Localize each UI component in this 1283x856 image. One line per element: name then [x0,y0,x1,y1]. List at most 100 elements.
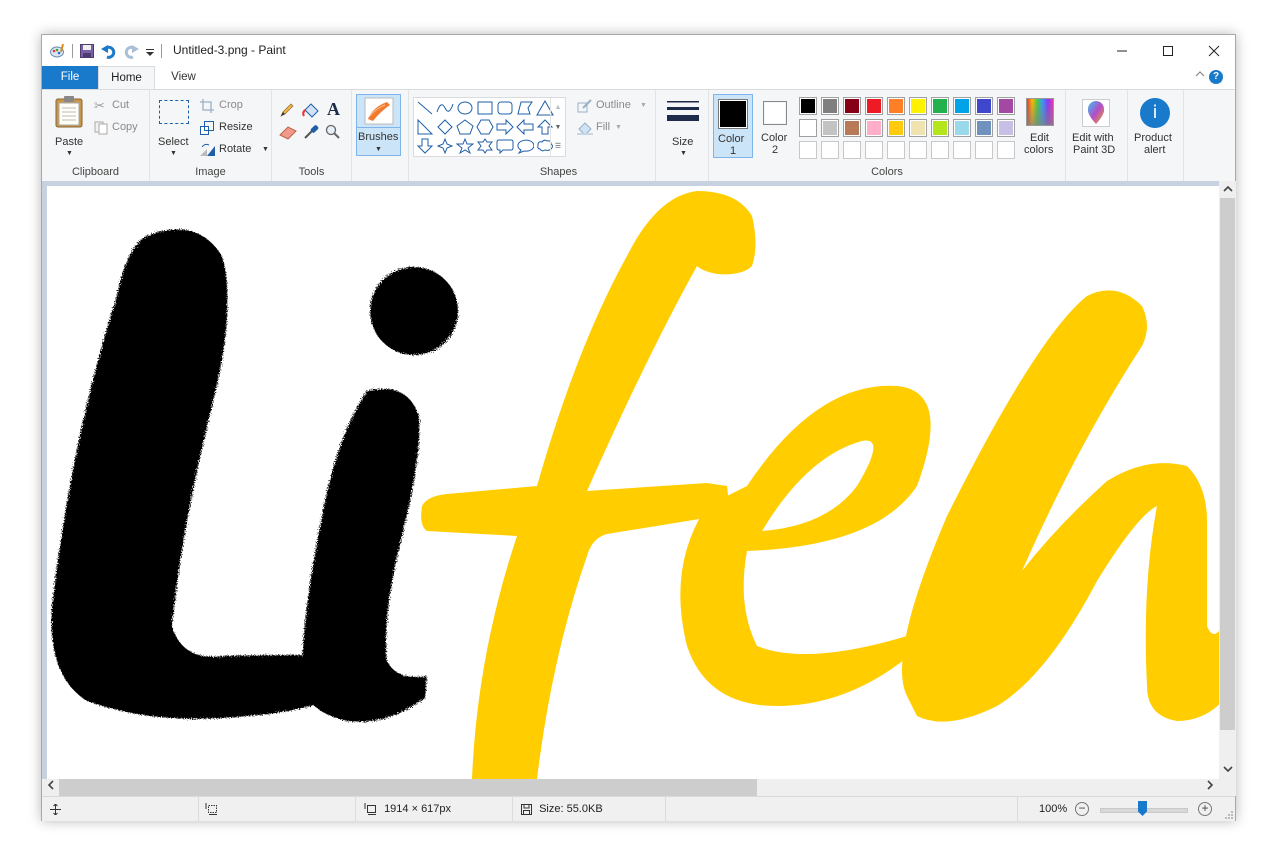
palette-custom-slot[interactable] [909,141,927,159]
text-tool-icon[interactable]: A [327,99,340,120]
palette-color-swatch[interactable] [865,119,883,137]
redo-icon[interactable] [123,43,139,59]
maximize-button[interactable] [1145,35,1191,66]
resize-grip-icon[interactable] [1225,811,1233,819]
palette-color-swatch[interactable] [909,97,927,115]
paint-app-icon[interactable] [50,43,66,59]
down-arrow-shape-icon[interactable] [416,138,434,154]
oval-shape-icon[interactable] [456,100,474,116]
vertical-scrollbar[interactable] [1219,181,1236,779]
resize-button[interactable]: Resize [200,120,260,138]
shapes-gallery-scroll[interactable]: ▲ ▼ ☰ [550,98,565,156]
scroll-left-icon[interactable] [42,779,59,796]
size-button[interactable]: Size ▼ [661,94,705,157]
shapes-expand-icon[interactable]: ☰ [551,138,565,156]
tab-view[interactable]: View [155,66,212,89]
eraser-icon[interactable] [279,126,297,140]
edit-with-paint3d-button[interactable]: Edit with Paint 3D [1068,94,1126,158]
close-button[interactable] [1191,35,1237,66]
palette-color-swatch[interactable] [887,97,905,115]
save-icon[interactable] [79,43,95,59]
rotate-button[interactable]: Rotate ▼ [200,142,269,160]
palette-color-swatch[interactable] [975,119,993,137]
shapes-scroll-down-icon[interactable]: ▼ [551,118,565,138]
palette-custom-slot[interactable] [887,141,905,159]
palette-custom-slot[interactable] [821,141,839,159]
right-triangle-shape-icon[interactable] [416,119,434,135]
color2-button[interactable]: Color 2 [757,94,795,158]
zoom-in-button[interactable]: + [1198,802,1212,816]
product-alert-button[interactable]: i Product alert [1129,94,1183,158]
brushes-button[interactable]: Brushes ▼ [356,94,401,156]
palette-color-swatch[interactable] [931,119,949,137]
edit-colors-button[interactable]: Edit colors [1019,94,1061,158]
palette-color-swatch[interactable] [953,119,971,137]
palette-color-swatch[interactable] [953,97,971,115]
palette-color-swatch[interactable] [887,119,905,137]
pentagon-shape-icon[interactable] [456,119,474,135]
zoom-out-button[interactable]: − [1075,802,1089,816]
palette-color-swatch[interactable] [821,119,839,137]
five-point-star-shape-icon[interactable] [456,138,474,154]
hexagon-shape-icon[interactable] [476,119,494,135]
oval-callout-shape-icon[interactable] [516,138,534,154]
palette-color-swatch[interactable] [821,97,839,115]
scroll-down-icon[interactable] [1219,762,1236,779]
palette-color-swatch[interactable] [799,119,817,137]
outline-button[interactable]: Outline ▼ [577,98,657,116]
customize-qat-icon[interactable] [145,43,155,59]
paste-button[interactable]: Paste ▼ [50,94,88,157]
right-arrow-shape-icon[interactable] [496,119,514,135]
scroll-up-icon[interactable] [1219,181,1236,198]
palette-custom-slot[interactable] [799,141,817,159]
rectangle-shape-icon[interactable] [476,100,494,116]
horizontal-scrollbar[interactable] [42,779,1219,796]
line-shape-icon[interactable] [416,100,434,116]
palette-custom-slot[interactable] [953,141,971,159]
fill-bucket-icon[interactable] [302,102,320,118]
palette-custom-slot[interactable] [997,141,1015,159]
horizontal-scroll-thumb[interactable] [59,779,757,796]
left-arrow-shape-icon[interactable] [516,119,534,135]
magnifier-icon[interactable] [325,124,341,140]
rounded-rectangle-shape-icon[interactable] [496,100,514,116]
palette-color-swatch[interactable] [997,97,1015,115]
vertical-scroll-thumb[interactable] [1220,198,1235,730]
pencil-icon[interactable] [279,102,295,118]
palette-color-swatch[interactable] [975,97,993,115]
palette-color-swatch[interactable] [865,97,883,115]
palette-color-swatch[interactable] [909,119,927,137]
select-button[interactable]: Select ▼ [156,94,192,157]
palette-custom-slot[interactable] [865,141,883,159]
palette-color-swatch[interactable] [931,97,949,115]
collapse-ribbon-icon[interactable] [1195,69,1205,81]
palette-color-swatch[interactable] [997,119,1015,137]
four-point-star-shape-icon[interactable] [436,138,454,154]
shapes-scroll-up-icon[interactable]: ▲ [551,98,565,118]
palette-color-swatch[interactable] [843,97,861,115]
tab-home[interactable]: Home [98,66,155,89]
cut-button[interactable]: ✂ Cut [94,98,144,116]
scroll-right-icon[interactable] [1202,779,1219,796]
minimize-button[interactable] [1099,35,1145,66]
drawing-canvas[interactable] [47,186,1219,779]
undo-icon[interactable] [101,43,117,59]
fill-button[interactable]: Fill ▼ [577,120,637,138]
copy-button[interactable]: Copy [94,120,146,138]
palette-color-swatch[interactable] [799,97,817,115]
six-point-star-shape-icon[interactable] [476,138,494,154]
rounded-callout-shape-icon[interactable] [496,138,514,154]
crop-button[interactable]: Crop [200,98,260,116]
palette-custom-slot[interactable] [931,141,949,159]
palette-color-swatch[interactable] [843,119,861,137]
help-icon[interactable]: ? [1209,70,1223,84]
diamond-shape-icon[interactable] [436,119,454,135]
palette-custom-slot[interactable] [843,141,861,159]
palette-custom-slot[interactable] [975,141,993,159]
color-picker-icon[interactable] [303,124,319,140]
polygon-shape-icon[interactable] [516,100,534,116]
curve-shape-icon[interactable] [436,100,454,116]
tab-file[interactable]: File [42,66,98,89]
color1-button[interactable]: Color 1 [713,94,753,158]
zoom-slider-thumb[interactable] [1138,801,1147,816]
